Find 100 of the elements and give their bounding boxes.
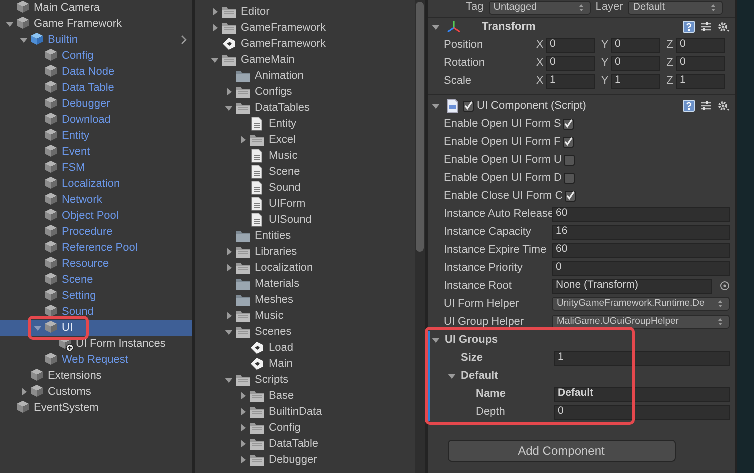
project-item[interactable]: Scenes [195,324,413,340]
project-item[interactable]: DataTable [195,436,413,452]
layer-dropdown[interactable]: Default [628,0,724,14]
hierarchy-item[interactable]: Extensions [0,368,192,384]
hierarchy-item[interactable]: Debugger [0,96,192,112]
scrollbar[interactable] [415,0,425,473]
sliders-icon[interactable] [700,100,712,112]
input-field[interactable]: 0 [676,38,725,52]
project-item[interactable]: Load [195,340,413,356]
hierarchy-item[interactable]: Sound [0,304,192,320]
project-item[interactable]: GameFramework [195,20,413,36]
enable-checkbox[interactable] [463,100,474,112]
hierarchy-item[interactable]: Entity [0,128,192,144]
project-item[interactable]: Entities [195,228,413,244]
hierarchy-item[interactable]: Resource [0,256,192,272]
input-field[interactable]: 0 [546,38,595,52]
chevron-right-icon[interactable] [180,35,188,45]
input-field[interactable]: 1 [676,74,725,88]
input-field[interactable]: 0 [611,38,660,52]
project-item[interactable]: GameMain [195,52,413,68]
input-field[interactable]: 16 [552,224,730,240]
project-item[interactable]: Main [195,356,413,372]
checkbox[interactable] [562,136,574,148]
input-field[interactable]: 0 [554,404,730,420]
cube-icon [16,400,32,416]
input-field[interactable]: Default [554,386,730,402]
add-component-button[interactable]: Add Component [448,440,676,462]
input-field[interactable]: 1 [554,350,730,366]
input-field[interactable]: 1 [546,74,595,88]
scrollbar-thumb[interactable] [416,2,424,252]
project-item[interactable]: UIForm [195,196,413,212]
project-item[interactable]: Base [195,388,413,404]
property-label: Enable Open UI Form F [443,134,561,150]
project-item[interactable]: Configs [195,84,413,100]
cube-icon [44,112,60,128]
hierarchy-item[interactable]: UI [0,320,192,336]
project-item[interactable]: Materials [195,276,413,292]
project-item[interactable]: GameFramework [195,36,413,52]
hierarchy-item[interactable]: Web Request [0,352,192,368]
hierarchy-item[interactable]: Scene [0,272,192,288]
hierarchy-item[interactable]: Builtin [0,32,192,48]
hierarchy-item[interactable]: Data Node [0,64,192,80]
help-icon[interactable] [683,100,695,112]
help-icon[interactable] [683,21,695,33]
project-item[interactable]: Entity [195,116,413,132]
dropdown[interactable]: UnityGameFramework.Runtime.De [552,297,730,311]
input-field[interactable]: 60 [552,242,730,258]
checkbox[interactable] [563,118,574,130]
axis-label: X [535,74,545,89]
settings-icon[interactable] [717,100,731,112]
tag-dropdown[interactable]: Untagged [488,0,591,14]
project-item[interactable]: UISound [195,212,413,228]
hierarchy-item[interactable]: Localization [0,176,192,192]
sliders-icon[interactable] [700,21,712,33]
hierarchy-item[interactable]: Customs [0,384,192,400]
hierarchy-item[interactable]: Event [0,144,192,160]
project-item[interactable]: DataTables [195,100,413,116]
cube-icon [44,160,60,176]
project-item[interactable]: Config [195,420,413,436]
input-field[interactable]: 1 [611,74,660,88]
hierarchy-item[interactable]: Reference Pool [0,240,192,256]
input-field[interactable]: 0 [546,56,595,70]
cube-icon [30,368,46,384]
project-item[interactable]: Debugger [195,452,413,468]
input-field[interactable]: 0 [552,260,730,276]
project-item[interactable]: Libraries [195,244,413,260]
project-item[interactable]: Music [195,308,413,324]
project-item[interactable]: Scene [195,164,413,180]
hierarchy-item[interactable]: FSM [0,160,192,176]
hierarchy-item[interactable]: Download [0,112,192,128]
hierarchy-item[interactable]: Game Framework [0,16,192,32]
hierarchy-item[interactable]: Data Table [0,80,192,96]
hierarchy-item[interactable]: Main Camera [0,0,192,16]
project-item[interactable]: BuiltinData [195,404,413,420]
checkbox[interactable] [565,190,576,202]
project-item[interactable]: Localization [195,260,413,276]
project-item[interactable]: Scripts [195,372,413,388]
hierarchy-item[interactable]: Object Pool [0,208,192,224]
settings-icon[interactable] [717,21,731,33]
input-field[interactable]: 0 [611,56,660,70]
project-item[interactable]: Music [195,148,413,164]
dropdown[interactable]: MaliGame.UGuiGroupHelper [552,315,730,329]
folder-icon [249,453,265,467]
hierarchy-item[interactable]: Config [0,48,192,64]
object-field[interactable]: None (Transform) [552,278,712,294]
project-item[interactable]: Editor [195,4,413,20]
hierarchy-item[interactable]: Setting [0,288,192,304]
project-item[interactable]: Meshes [195,292,413,308]
hierarchy-item[interactable]: UI Form Instances [0,336,192,352]
hierarchy-item[interactable]: EventSystem [0,400,192,416]
project-item[interactable]: Excel [195,132,413,148]
input-field[interactable]: 60 [552,206,730,222]
project-item[interactable]: Sound [195,180,413,196]
checkbox[interactable] [564,172,575,184]
input-field[interactable]: 0 [676,56,725,70]
checkbox[interactable] [564,154,575,166]
project-item[interactable]: Animation [195,68,413,84]
hierarchy-item[interactable]: Network [0,192,192,208]
hierarchy-item[interactable]: Procedure [0,224,192,240]
target-icon[interactable] [720,281,730,291]
